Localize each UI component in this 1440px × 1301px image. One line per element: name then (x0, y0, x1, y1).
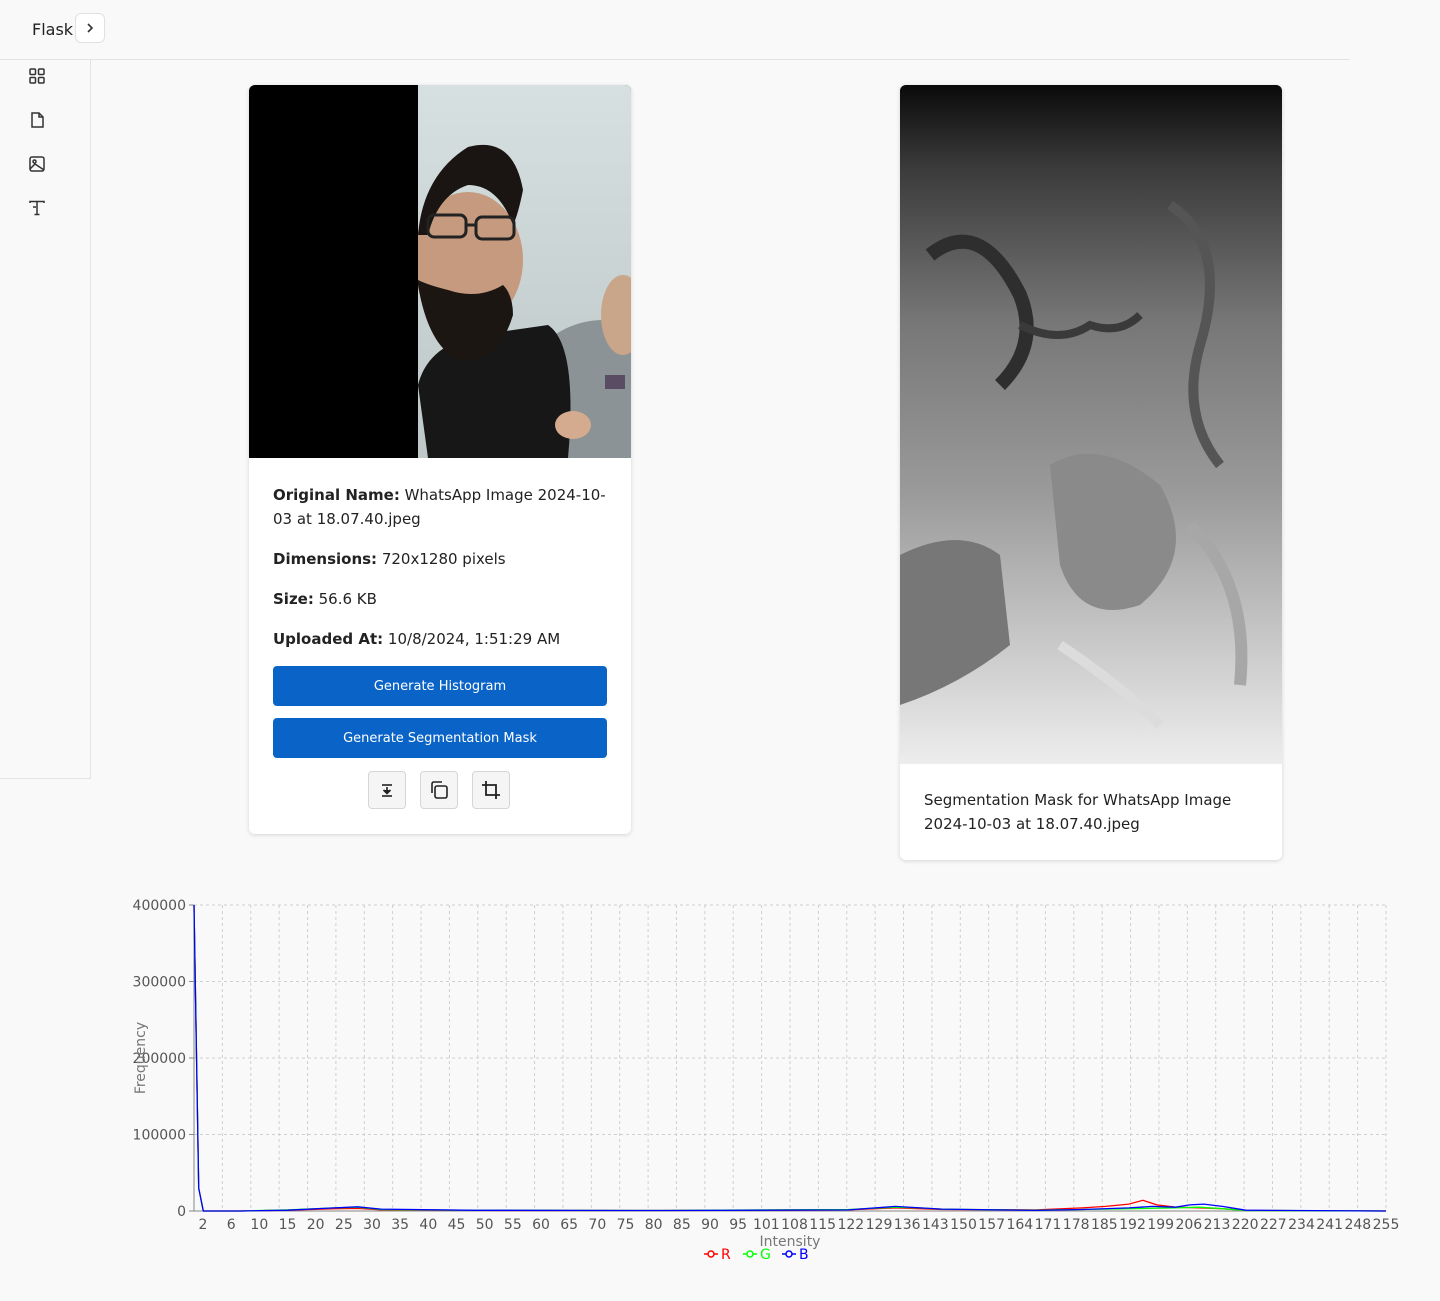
y-tick-label: 400000 (133, 898, 186, 914)
x-tick-label: 20 (307, 1217, 325, 1233)
y-tick-label: 300000 (133, 975, 186, 991)
x-tick-label: 15 (279, 1217, 297, 1233)
sidebar-item-images[interactable] (27, 154, 47, 174)
x-tick-label: 90 (701, 1217, 719, 1233)
x-tick-label: 60 (532, 1217, 550, 1233)
x-tick-label: 192 (1119, 1217, 1146, 1233)
uploaded-value: 10/8/2024, 1:51:29 AM (387, 630, 561, 648)
x-tick-label: 199 (1147, 1217, 1174, 1233)
x-tick-label: 2 (199, 1217, 208, 1233)
copy-icon (431, 781, 448, 799)
x-tick-label: 220 (1232, 1217, 1259, 1233)
x-tick-label: 115 (809, 1217, 836, 1233)
legend-label: R (721, 1247, 731, 1263)
legend-label: B (799, 1247, 809, 1263)
sidebar-item-dashboard[interactable] (27, 66, 47, 86)
x-tick-label: 45 (448, 1217, 466, 1233)
uploaded-row: Uploaded At: 10/8/2024, 1:51:29 AM (273, 627, 609, 651)
x-tick-label: 85 (673, 1217, 691, 1233)
x-tick-label: 75 (617, 1217, 635, 1233)
x-tick-label: 6 (227, 1217, 236, 1233)
x-tick-label: 227 (1260, 1217, 1287, 1233)
x-tick-label: 136 (894, 1217, 921, 1233)
mask-card: Segmentation Mask for WhatsApp Image 202… (900, 85, 1282, 860)
dimensions-label: Dimensions: (273, 550, 378, 568)
x-tick-label: 143 (922, 1217, 949, 1233)
size-value: 56.6 KB (318, 590, 377, 608)
download-icon (382, 784, 392, 797)
crop-button[interactable] (472, 771, 510, 809)
legend-marker-dot (785, 1250, 793, 1258)
x-tick-label: 157 (978, 1217, 1005, 1233)
x-tick-label: 185 (1091, 1217, 1118, 1233)
text-icon (29, 200, 45, 216)
dimensions-value: 720x1280 pixels (381, 550, 506, 568)
chevron-right-icon (87, 23, 94, 33)
x-tick-label: 255 (1373, 1217, 1400, 1233)
x-tick-label: 150 (950, 1217, 977, 1233)
sidebar-toggle-button[interactable] (75, 13, 105, 43)
image-icon (29, 156, 45, 172)
sidebar-item-files[interactable] (27, 110, 47, 130)
x-tick-label: 70 (588, 1217, 606, 1233)
image-card: Original Name: WhatsApp Image 2024-10-03… (249, 85, 631, 834)
size-label: Size: (273, 590, 314, 608)
x-tick-label: 129 (866, 1217, 893, 1233)
x-tick-label: 101 (753, 1217, 780, 1233)
sidebar-item-text[interactable] (27, 198, 47, 218)
grid-icon (29, 68, 45, 84)
x-tick-label: 178 (1063, 1217, 1090, 1233)
file-icon (31, 112, 44, 128)
x-tick-label: 241 (1316, 1217, 1343, 1233)
histogram-chart: 01000002000003000004000002 6 10 15 20 25 30 35 4… (133, 898, 1400, 1263)
x-tick-label: 234 (1288, 1217, 1315, 1233)
x-tick-label: 25 (335, 1217, 353, 1233)
generate-mask-button[interactable]: Generate Segmentation Mask (273, 718, 607, 758)
legend-marker-dot (707, 1250, 715, 1258)
top-bar: Flask Ion (0, 0, 1350, 60)
original-name-row: Original Name: WhatsApp Image 2024-10-03… (273, 483, 609, 531)
crop-icon (482, 781, 500, 799)
x-tick-label: 50 (476, 1217, 494, 1233)
size-row: Size: 56.6 KB (273, 587, 609, 611)
y-tick-label: 100000 (133, 1128, 186, 1144)
mask-caption: Segmentation Mask for WhatsApp Image 202… (924, 791, 1232, 833)
x-tick-label: 248 (1344, 1217, 1371, 1233)
x-tick-label: 65 (560, 1217, 578, 1233)
generate-histogram-button[interactable]: Generate Histogram (273, 666, 607, 706)
original-name-label: Original Name: (273, 486, 400, 504)
uploaded-label: Uploaded At: (273, 630, 384, 648)
uploaded-photo (249, 85, 631, 458)
download-button[interactable] (368, 771, 406, 809)
legend-label: G (760, 1247, 771, 1263)
y-axis-label: Frequency (133, 1022, 149, 1094)
copy-button[interactable] (420, 771, 458, 809)
x-tick-label: 206 (1175, 1217, 1202, 1233)
x-tick-label: 35 (391, 1217, 409, 1233)
x-tick-label: 10 (250, 1217, 268, 1233)
x-tick-label: 122 (837, 1217, 864, 1233)
sidebar (0, 60, 91, 779)
x-tick-label: 80 (645, 1217, 663, 1233)
x-tick-label: 164 (1006, 1217, 1033, 1233)
x-tick-label: 108 (781, 1217, 808, 1233)
x-tick-label: 171 (1035, 1217, 1062, 1233)
x-tick-label: 55 (504, 1217, 522, 1233)
photo-visible-area (413, 85, 631, 458)
dimensions-row: Dimensions: 720x1280 pixels (273, 547, 609, 571)
x-tick-label: 30 (363, 1217, 381, 1233)
y-tick-label: 0 (177, 1204, 186, 1220)
x-tick-label: 40 (419, 1217, 437, 1233)
x-tick-label: 213 (1204, 1217, 1231, 1233)
x-tick-label: 95 (729, 1217, 747, 1233)
legend-marker-dot (746, 1250, 754, 1258)
segmentation-mask-image (900, 85, 1282, 764)
